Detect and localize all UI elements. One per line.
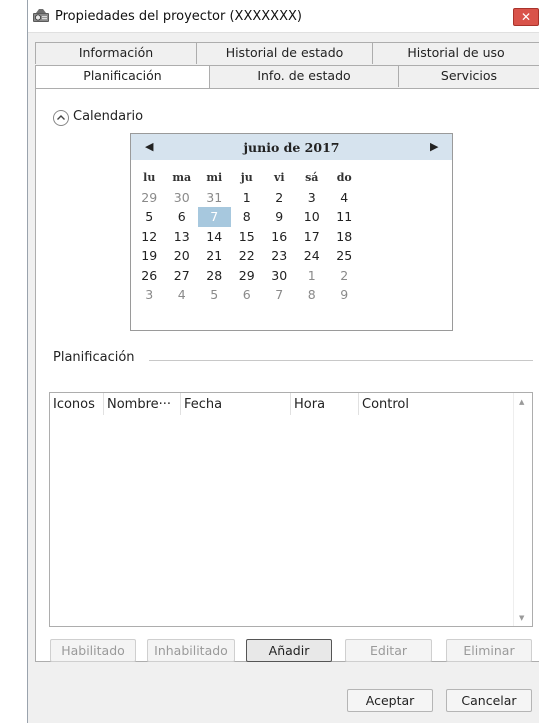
list-scrollbar[interactable]: ▲ ▼ xyxy=(513,393,532,626)
calendar-grid: lu ma mi ju vi sá do 29 30 31 1 2 3 4 5 6 7 8 9 10 11 12 13 14 1… xyxy=(131,168,452,305)
ok-button[interactable]: Aceptar xyxy=(347,689,433,712)
schedule-list[interactable]: Iconos Nombre··· Fecha Hora Control ▲ ▼ xyxy=(49,392,533,627)
calendar-weekday-row: lu ma mi ju vi sá do xyxy=(131,168,452,188)
schedule-list-header: Iconos Nombre··· Fecha Hora Control xyxy=(50,393,514,415)
calendar-day[interactable]: 18 xyxy=(328,227,361,247)
calendar-day[interactable]: 12 xyxy=(133,227,166,247)
calendar-day[interactable]: 30 xyxy=(166,188,199,208)
calendar-day[interactable]: 16 xyxy=(263,227,296,247)
calendar-day[interactable]: 28 xyxy=(198,266,231,286)
calendar-weekday: vi xyxy=(273,171,285,184)
calendar-week-row: 19 20 21 22 23 24 25 xyxy=(131,246,452,266)
calendar-weekday: mi xyxy=(206,171,223,184)
calendar: ◀ junio de 2017 ▶ lu ma mi ju vi sá do 29 30 31 1 2… xyxy=(130,133,453,331)
calendar-day[interactable]: 30 xyxy=(263,266,296,286)
calendar-day[interactable]: 14 xyxy=(198,227,231,247)
delete-button[interactable]: Eliminar xyxy=(446,639,532,662)
calendar-day[interactable]: 2 xyxy=(328,266,361,286)
calendar-day[interactable]: 3 xyxy=(296,188,329,208)
calendar-day[interactable]: 10 xyxy=(296,207,329,227)
calendar-day[interactable]: 5 xyxy=(133,207,166,227)
title-bar: Propiedades del proyector (XXXXXXX) ✕ xyxy=(28,0,539,33)
projector-icon xyxy=(33,9,49,22)
calendar-day[interactable]: 31 xyxy=(198,188,231,208)
calendar-week-row: 26 27 28 29 30 1 2 xyxy=(131,266,452,286)
calendar-week-row: 3456789 xyxy=(131,285,452,305)
column-header-icons[interactable]: Iconos xyxy=(50,393,104,415)
tab-row-bottom: Planificación Info. de estado Servicios xyxy=(35,65,539,89)
calendar-day[interactable]: 29 xyxy=(231,266,264,286)
calendar-day[interactable]: 2 xyxy=(263,188,296,208)
calendar-day[interactable]: 6 xyxy=(231,285,264,305)
calendar-day[interactable]: 6 xyxy=(166,207,199,227)
calendar-day[interactable]: 11 xyxy=(328,207,361,227)
tab-information[interactable]: Información xyxy=(35,42,197,64)
calendar-weekday: do xyxy=(336,171,352,184)
calendar-day[interactable]: 13 xyxy=(166,227,199,247)
calendar-day[interactable]: 3 xyxy=(133,285,166,305)
calendar-next-icon[interactable]: ▶ xyxy=(430,140,438,153)
column-header-time[interactable]: Hora xyxy=(291,393,359,415)
calendar-day[interactable]: 5 xyxy=(198,285,231,305)
window-title: Propiedades del proyector (XXXXXXX) xyxy=(55,9,302,24)
column-header-control[interactable]: Control xyxy=(359,393,509,415)
chevron-up-icon[interactable] xyxy=(53,110,69,126)
column-header-date[interactable]: Fecha xyxy=(181,393,291,415)
calendar-day[interactable]: 7 xyxy=(198,207,231,227)
scroll-down-icon[interactable]: ▼ xyxy=(519,614,524,622)
tab-services[interactable]: Servicios xyxy=(398,65,539,87)
calendar-weekday: sá xyxy=(305,171,319,184)
calendar-weekday: ma xyxy=(172,171,192,184)
calendar-week-row: 12 13 14 15 16 17 18 xyxy=(131,227,452,247)
section-divider xyxy=(149,360,533,361)
calendar-day[interactable]: 21 xyxy=(198,246,231,266)
calendar-header: ◀ junio de 2017 ▶ xyxy=(131,134,452,160)
tab-row-top: Información Historial de estado Historia… xyxy=(35,42,539,64)
enable-button[interactable]: Habilitado xyxy=(50,639,136,662)
calendar-day[interactable]: 4 xyxy=(328,188,361,208)
edit-button[interactable]: Editar xyxy=(345,639,432,662)
calendar-weekday: ju xyxy=(240,171,253,184)
close-icon: ✕ xyxy=(520,10,532,24)
calendar-day[interactable]: 9 xyxy=(328,285,361,305)
scroll-up-icon[interactable]: ▲ xyxy=(519,398,524,406)
calendar-week-row: 29 30 31 1 2 3 4 xyxy=(131,188,452,208)
cancel-button[interactable]: Cancelar xyxy=(446,689,532,712)
calendar-day[interactable]: 22 xyxy=(231,246,264,266)
calendar-day[interactable]: 1 xyxy=(231,188,264,208)
calendar-day[interactable]: 27 xyxy=(166,266,199,286)
calendar-day[interactable]: 8 xyxy=(231,207,264,227)
calendar-weekday: lu xyxy=(143,171,156,184)
disable-button[interactable]: Inhabilitado xyxy=(147,639,235,662)
tab-status-info[interactable]: Info. de estado xyxy=(209,65,399,87)
tab-schedule[interactable]: Planificación xyxy=(35,65,210,89)
calendar-day[interactable]: 26 xyxy=(133,266,166,286)
calendar-day[interactable]: 24 xyxy=(296,246,329,266)
tab-status-history[interactable]: Historial de estado xyxy=(196,42,373,64)
calendar-day[interactable]: 8 xyxy=(296,285,329,305)
calendar-day[interactable]: 9 xyxy=(263,207,296,227)
calendar-day[interactable]: 17 xyxy=(296,227,329,247)
calendar-section-label: Calendario xyxy=(73,109,144,124)
column-header-name[interactable]: Nombre··· xyxy=(104,393,181,415)
calendar-week-row: 5 6 7 8 9 10 11 xyxy=(131,207,452,227)
calendar-month-title[interactable]: junio de 2017 xyxy=(131,140,452,155)
schedule-section-label: Planificación xyxy=(53,350,135,365)
calendar-day[interactable]: 23 xyxy=(263,246,296,266)
calendar-day[interactable]: 15 xyxy=(231,227,264,247)
calendar-day[interactable]: 20 xyxy=(166,246,199,266)
tab-usage-history[interactable]: Historial de uso xyxy=(372,42,539,64)
calendar-day[interactable]: 1 xyxy=(296,266,329,286)
calendar-day[interactable]: 25 xyxy=(328,246,361,266)
add-button[interactable]: Añadir xyxy=(246,639,332,662)
calendar-day[interactable]: 7 xyxy=(263,285,296,305)
calendar-day[interactable]: 29 xyxy=(133,188,166,208)
calendar-day[interactable]: 4 xyxy=(166,285,199,305)
close-button[interactable]: ✕ xyxy=(513,8,539,26)
calendar-day[interactable]: 19 xyxy=(133,246,166,266)
